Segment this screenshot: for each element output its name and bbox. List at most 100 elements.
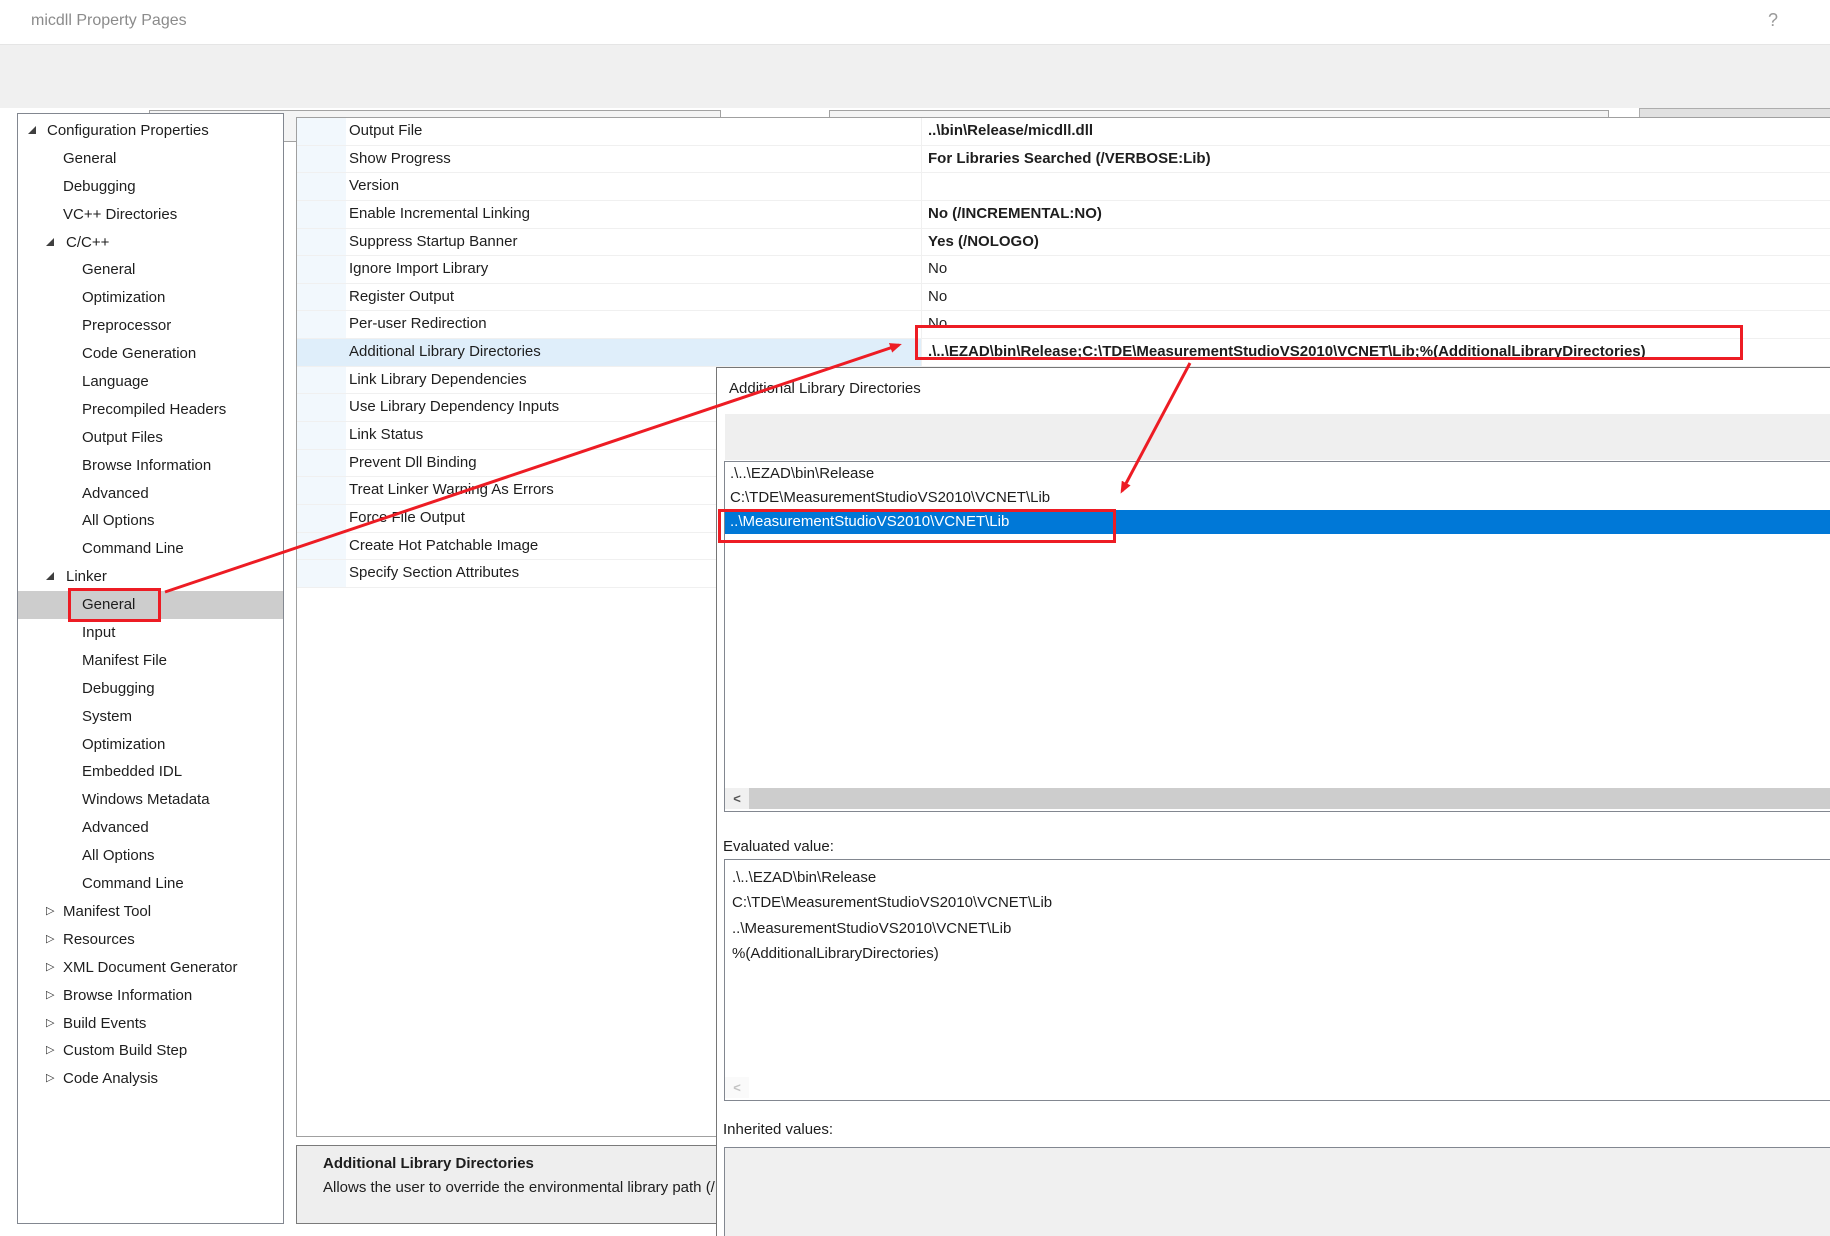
property-row[interactable]: Register OutputNo: [297, 284, 1830, 312]
tree-item-code-analysis[interactable]: ▷Code Analysis: [18, 1065, 283, 1093]
tree-item-label: Manifest File: [18, 652, 167, 669]
property-name[interactable]: Additional Library Directories: [349, 339, 919, 366]
grid-gutter: [297, 284, 346, 311]
property-name[interactable]: Version: [349, 173, 919, 200]
grid-gutter: [297, 533, 346, 560]
property-name[interactable]: Enable Incremental Linking: [349, 201, 919, 228]
tree-item-label: Command Line: [18, 540, 184, 557]
property-name[interactable]: Output File: [349, 118, 919, 145]
tree-item-browse-information[interactable]: ▷Browse Information: [18, 982, 283, 1010]
grid-gutter: [297, 256, 346, 283]
tree-item-advanced[interactable]: Advanced: [18, 814, 283, 842]
property-pages-dialog: micdll Property Pages ? Configuration: A…: [0, 0, 1830, 1236]
scroll-left-button[interactable]: <: [725, 788, 749, 809]
tree-item-preprocessor[interactable]: Preprocessor: [18, 312, 283, 340]
tree-collapsed-icon[interactable]: ▷: [46, 926, 54, 954]
annotation-box-selected-directory: [718, 509, 1116, 543]
tree-collapsed-icon[interactable]: ▷: [46, 898, 54, 926]
directory-list-item[interactable]: .\..\EZAD\bin\Release: [725, 462, 1830, 486]
tree-expanded-icon[interactable]: [46, 238, 54, 246]
tree-collapsed-icon[interactable]: ▷: [46, 982, 54, 1010]
property-name[interactable]: Show Progress: [349, 146, 919, 173]
tree-item-command-line[interactable]: Command Line: [18, 870, 283, 898]
tree-item-manifest-tool[interactable]: ▷Manifest Tool: [18, 898, 283, 926]
tree-item-all-options[interactable]: All Options: [18, 507, 283, 535]
property-row[interactable]: Suppress Startup BannerYes (/NOLOGO): [297, 229, 1830, 257]
tree-item-system[interactable]: System: [18, 703, 283, 731]
tree-item-linker[interactable]: Linker: [18, 563, 283, 591]
inherited-values-box[interactable]: [724, 1147, 1830, 1236]
tree-item-input[interactable]: Input: [18, 619, 283, 647]
evaluated-value-box[interactable]: .\..\EZAD\bin\ReleaseC:\TDE\MeasurementS…: [724, 859, 1830, 1101]
tree-collapsed-icon[interactable]: ▷: [46, 1010, 54, 1038]
tree-item-debugging[interactable]: Debugging: [18, 173, 283, 201]
tree-item-precompiled-headers[interactable]: Precompiled Headers: [18, 396, 283, 424]
grid-gutter: [297, 450, 346, 477]
property-value[interactable]: No (/INCREMENTAL:NO): [921, 201, 1830, 228]
tree-item-debugging[interactable]: Debugging: [18, 675, 283, 703]
inherited-values-label: Inherited values:: [723, 1121, 833, 1138]
property-value[interactable]: For Libraries Searched (/VERBOSE:Lib): [921, 146, 1830, 173]
tree-item-resources[interactable]: ▷Resources: [18, 926, 283, 954]
tree-item-embedded-idl[interactable]: Embedded IDL: [18, 758, 283, 786]
tree-item-optimization[interactable]: Optimization: [18, 731, 283, 759]
property-row[interactable]: Version: [297, 173, 1830, 201]
tree-item-build-events[interactable]: ▷Build Events: [18, 1010, 283, 1038]
tree-item-general[interactable]: General: [18, 145, 283, 173]
tree-item-c-c-[interactable]: C/C++: [18, 229, 283, 257]
property-name[interactable]: Suppress Startup Banner: [349, 229, 919, 256]
property-name[interactable]: Per-user Redirection: [349, 311, 919, 338]
tree-item-all-options[interactable]: All Options: [18, 842, 283, 870]
evaluated-value-line: ..\MeasurementStudioVS2010\VCNET\Lib: [725, 916, 1830, 941]
property-value[interactable]: ..\bin\Release/micdll.dll: [921, 118, 1830, 145]
tree-item-label: Code Generation: [18, 345, 196, 362]
tree-item-vc-directories[interactable]: VC++ Directories: [18, 201, 283, 229]
tree-item-optimization[interactable]: Optimization: [18, 284, 283, 312]
grid-gutter: [297, 477, 346, 504]
tree-item-label: All Options: [18, 512, 155, 529]
list-horizontal-scrollbar[interactable]: <: [725, 788, 1830, 809]
tree-item-custom-build-step[interactable]: ▷Custom Build Step: [18, 1037, 283, 1065]
tree-item-general[interactable]: General: [18, 256, 283, 284]
tree-collapsed-icon[interactable]: ▷: [46, 1037, 54, 1065]
property-value[interactable]: [921, 173, 1830, 200]
directory-list-item[interactable]: C:\TDE\MeasurementStudioVS2010\VCNET\Lib: [725, 486, 1830, 510]
tree-item-advanced[interactable]: Advanced: [18, 480, 283, 508]
tree-collapsed-icon[interactable]: ▷: [46, 1065, 54, 1093]
tree-item-label: Build Events: [18, 1015, 146, 1032]
property-value[interactable]: No: [921, 256, 1830, 283]
property-row[interactable]: Ignore Import LibraryNo: [297, 256, 1830, 284]
tree-item-label: Advanced: [18, 485, 149, 502]
tree-collapsed-icon[interactable]: ▷: [46, 954, 54, 982]
property-row[interactable]: Enable Incremental LinkingNo (/INCREMENT…: [297, 201, 1830, 229]
tree-item-manifest-file[interactable]: Manifest File: [18, 647, 283, 675]
title-bar: micdll Property Pages ?: [0, 0, 1830, 45]
additional-library-directories-dialog: Additional Library Directories .\..\EZAD…: [716, 367, 1830, 1236]
tree-item-label: Command Line: [18, 875, 184, 892]
tree-item-label: Linker: [18, 568, 107, 585]
property-row[interactable]: Show ProgressFor Libraries Searched (/VE…: [297, 146, 1830, 174]
tree-item-browse-information[interactable]: Browse Information: [18, 452, 283, 480]
property-value[interactable]: Yes (/NOLOGO): [921, 229, 1830, 256]
tree-item-command-line[interactable]: Command Line: [18, 535, 283, 563]
tree-item-xml-document-generator[interactable]: ▷XML Document Generator: [18, 954, 283, 982]
property-name[interactable]: Register Output: [349, 284, 919, 311]
tree-item-configuration-properties[interactable]: Configuration Properties: [18, 117, 283, 145]
property-value[interactable]: No: [921, 284, 1830, 311]
tree-expanded-icon[interactable]: [46, 572, 54, 580]
property-name[interactable]: Ignore Import Library: [349, 256, 919, 283]
tree-item-code-generation[interactable]: Code Generation: [18, 340, 283, 368]
tree-item-output-files[interactable]: Output Files: [18, 424, 283, 452]
tree-item-label: General: [18, 261, 135, 278]
tree-expanded-icon[interactable]: [28, 126, 36, 134]
help-icon[interactable]: ?: [1768, 10, 1778, 31]
evaluated-horizontal-scrollbar[interactable]: <: [725, 1077, 1830, 1098]
scrollbar-thumb[interactable]: [749, 788, 1830, 809]
tree-item-windows-metadata[interactable]: Windows Metadata: [18, 786, 283, 814]
grid-gutter: [297, 229, 346, 256]
tree-item-label: Windows Metadata: [18, 791, 210, 808]
scroll-left-button[interactable]: <: [725, 1077, 749, 1098]
tree-item-language[interactable]: Language: [18, 368, 283, 396]
property-row[interactable]: Output File..\bin\Release/micdll.dll: [297, 118, 1830, 146]
grid-gutter: [297, 146, 346, 173]
